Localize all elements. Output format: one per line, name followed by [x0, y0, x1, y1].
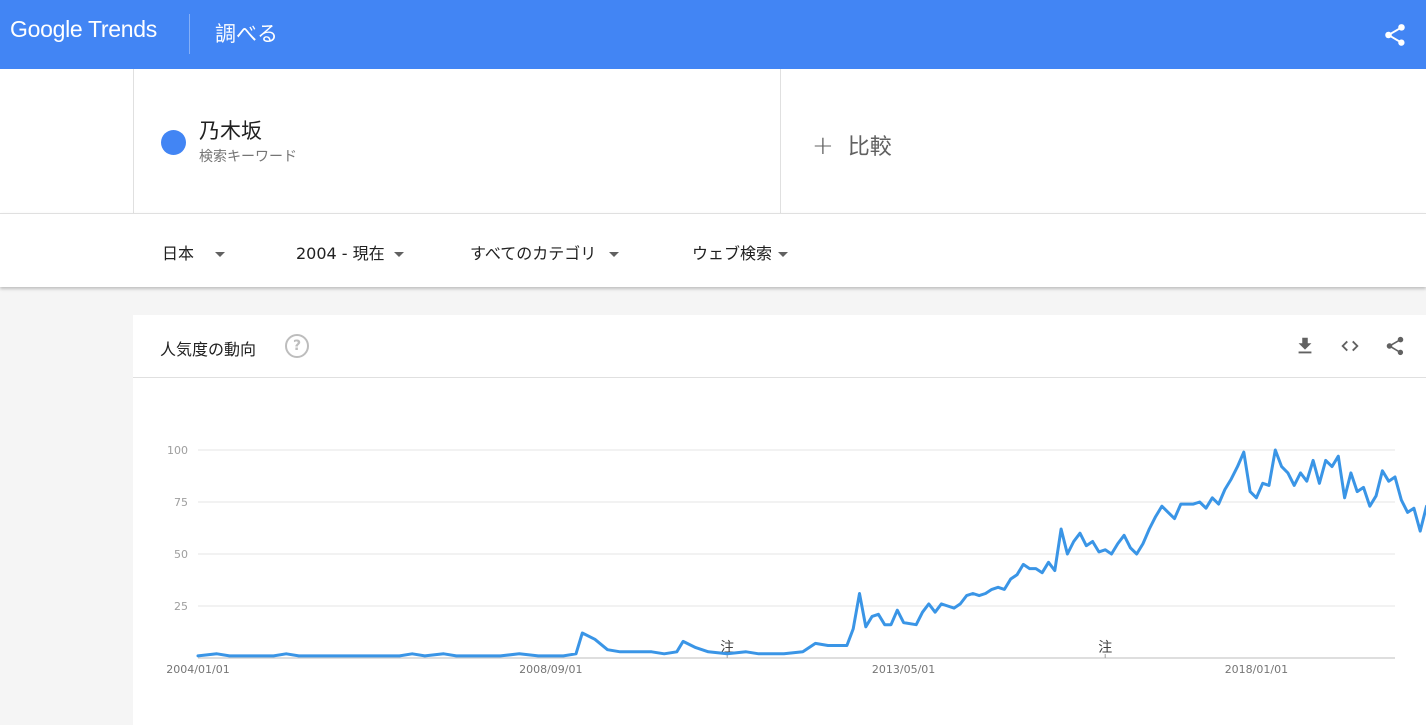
- x-tick-label: 2004/01/01: [166, 663, 229, 676]
- compare-button[interactable]: + 比較: [812, 129, 892, 161]
- top-app-bar: Google Trends 調べる: [0, 0, 1426, 69]
- dropdown-arrow-icon: [778, 252, 789, 257]
- annotation-note: 注: [1098, 640, 1112, 656]
- google-trends-logo[interactable]: Google Trends: [10, 16, 157, 43]
- divider: [780, 69, 781, 213]
- filter-category[interactable]: すべてのカテゴリ: [470, 240, 620, 264]
- page-title: 調べる: [215, 22, 278, 46]
- dropdown-arrow-icon: [215, 252, 226, 257]
- share-icon[interactable]: [1382, 22, 1408, 48]
- search-term-type: 検索キーワード: [199, 149, 297, 165]
- dropdown-arrow-icon: [609, 252, 620, 257]
- filter-region-label: 日本: [162, 244, 195, 263]
- filter-search-type-label: ウェブ検索: [692, 244, 773, 263]
- y-tick-label: 25: [174, 600, 188, 613]
- interest-line-chart: 25 50 75 100 2004/01/01 2008/09/01 2013/05/01 2…: [166, 444, 1426, 676]
- x-tick-label: 2013/05/01: [872, 663, 935, 676]
- term-color-dot: [161, 130, 186, 155]
- filter-region[interactable]: 日本: [162, 240, 226, 264]
- dropdown-arrow-icon: [393, 252, 404, 257]
- x-tick-label: 2018/01/01: [1225, 663, 1288, 676]
- x-tick-label: 2008/09/01: [519, 663, 582, 676]
- search-term-bar: 乃木坂 検索キーワード + 比較: [0, 69, 1426, 213]
- compare-label: 比較: [847, 135, 892, 160]
- y-tick-label: 100: [167, 444, 188, 457]
- trend-series-line: [196, 448, 1426, 658]
- y-tick-label: 50: [174, 548, 188, 561]
- filter-time-range[interactable]: 2004 - 現在: [296, 240, 404, 264]
- divider: [133, 69, 134, 213]
- header-divider: [189, 14, 190, 54]
- interest-over-time-card: 人気度の動向 ? 25 50 75 100 2004/01/01 2008/09/01 20…: [133, 315, 1426, 725]
- filter-bar: 日本 2004 - 現在 すべてのカテゴリ ウェブ検索: [0, 213, 1426, 287]
- search-term[interactable]: 乃木坂: [199, 115, 262, 145]
- filter-category-label: すべてのカテゴリ: [470, 244, 597, 263]
- plus-icon: +: [812, 131, 834, 161]
- y-tick-label: 75: [174, 496, 188, 509]
- filter-search-type[interactable]: ウェブ検索: [692, 240, 789, 264]
- filter-time-label: 2004 - 現在: [296, 244, 385, 263]
